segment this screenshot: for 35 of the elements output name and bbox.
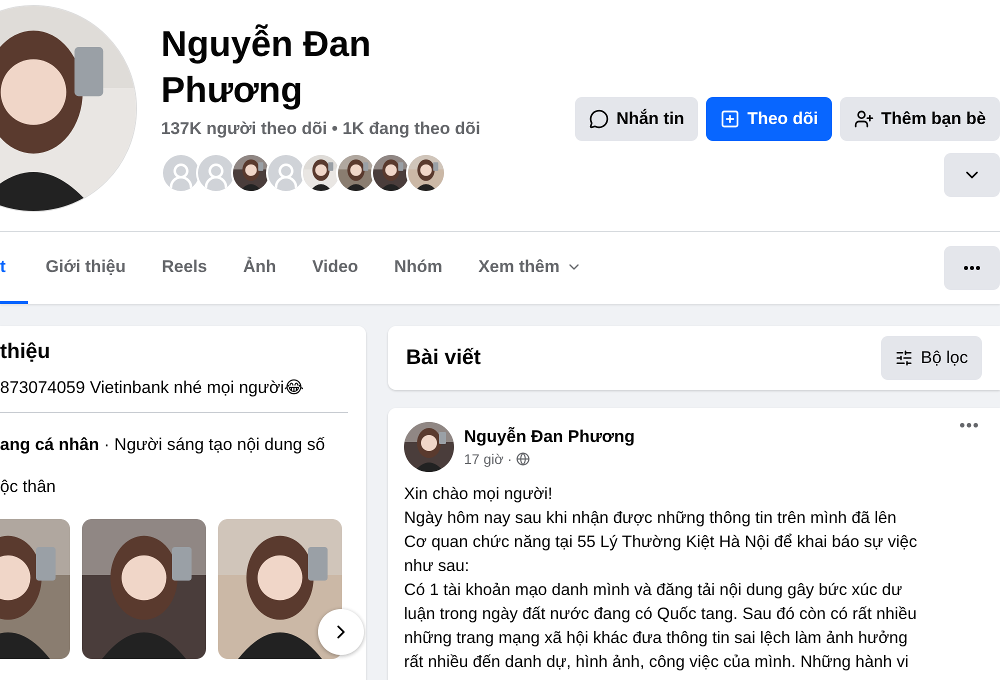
profile-tab[interactable]: Video: [294, 232, 376, 304]
card-title: thiệu: [0, 340, 52, 364]
intro-detail: ang cá nhân · Người sáng tạo nội dung số: [0, 435, 326, 455]
post-text-line: Xin chào mọi người!: [404, 484, 554, 505]
globe-icon: [516, 452, 530, 466]
add-friend-icon: [854, 109, 874, 129]
card-title: Bài viết: [406, 346, 481, 370]
profile-tab[interactable]: t: [0, 232, 28, 304]
bio-text: 873074059 Vietinbank nhé mọi người😂: [0, 378, 305, 398]
profile-name: Nguyễn Đan Phương: [161, 22, 372, 112]
add-friend-button[interactable]: Thêm bạn bè: [840, 97, 1000, 141]
profile-tab[interactable]: Ảnh: [225, 232, 294, 304]
post-text-line: những trang mạng xã hội khác đưa thông tin sai lệch làm ảnh hưởng: [404, 628, 909, 649]
post-text-line: Cơ quan chức năng tại 55 Lý Thường Kiệt Hà Nội để khai báo sự việc: [404, 532, 918, 553]
intro-detail: ộc thân: [0, 477, 57, 497]
profile-tab[interactable]: Nhóm: [376, 232, 460, 304]
message-button[interactable]: Nhắn tin: [575, 97, 698, 141]
more-icon: [964, 266, 980, 270]
post-text-line: như sau:: [404, 556, 470, 577]
follow-button[interactable]: Theo dõi: [706, 97, 832, 141]
post-text-line: Ngày hôm nay sau khi nhận được những thông tin trên mình đã lên: [404, 508, 898, 529]
next-button[interactable]: [318, 609, 364, 655]
follower-stats: 137K người theo dõi • 1K đang theo dõi: [161, 119, 482, 139]
more-icon: [960, 423, 978, 428]
post-text-line: luận trong ngày đất nước đang có Quốc tang. Sau đó còn có rất nhiều: [404, 604, 918, 625]
profile-tab[interactable]: Reels: [144, 232, 226, 304]
author-avatar[interactable]: [404, 422, 454, 472]
filter-button[interactable]: Bộ lọc: [880, 336, 982, 380]
profile-tab[interactable]: Xem thêm: [460, 232, 600, 304]
filter-icon: [894, 349, 913, 367]
post-text-line: rất nhiều đến danh dự, hình ảnh, công việc của mình. Những hành vi: [404, 652, 910, 673]
post-time[interactable]: 17 giờ ·: [464, 451, 512, 467]
author-name[interactable]: Nguyễn Đan Phương: [464, 427, 635, 447]
profile-tab[interactable]: Giới thiệu: [28, 232, 144, 304]
post-text-line: Có 1 tài khoản mạo danh mình và đăng tải nội dung gây bức xúc dư: [404, 580, 904, 601]
